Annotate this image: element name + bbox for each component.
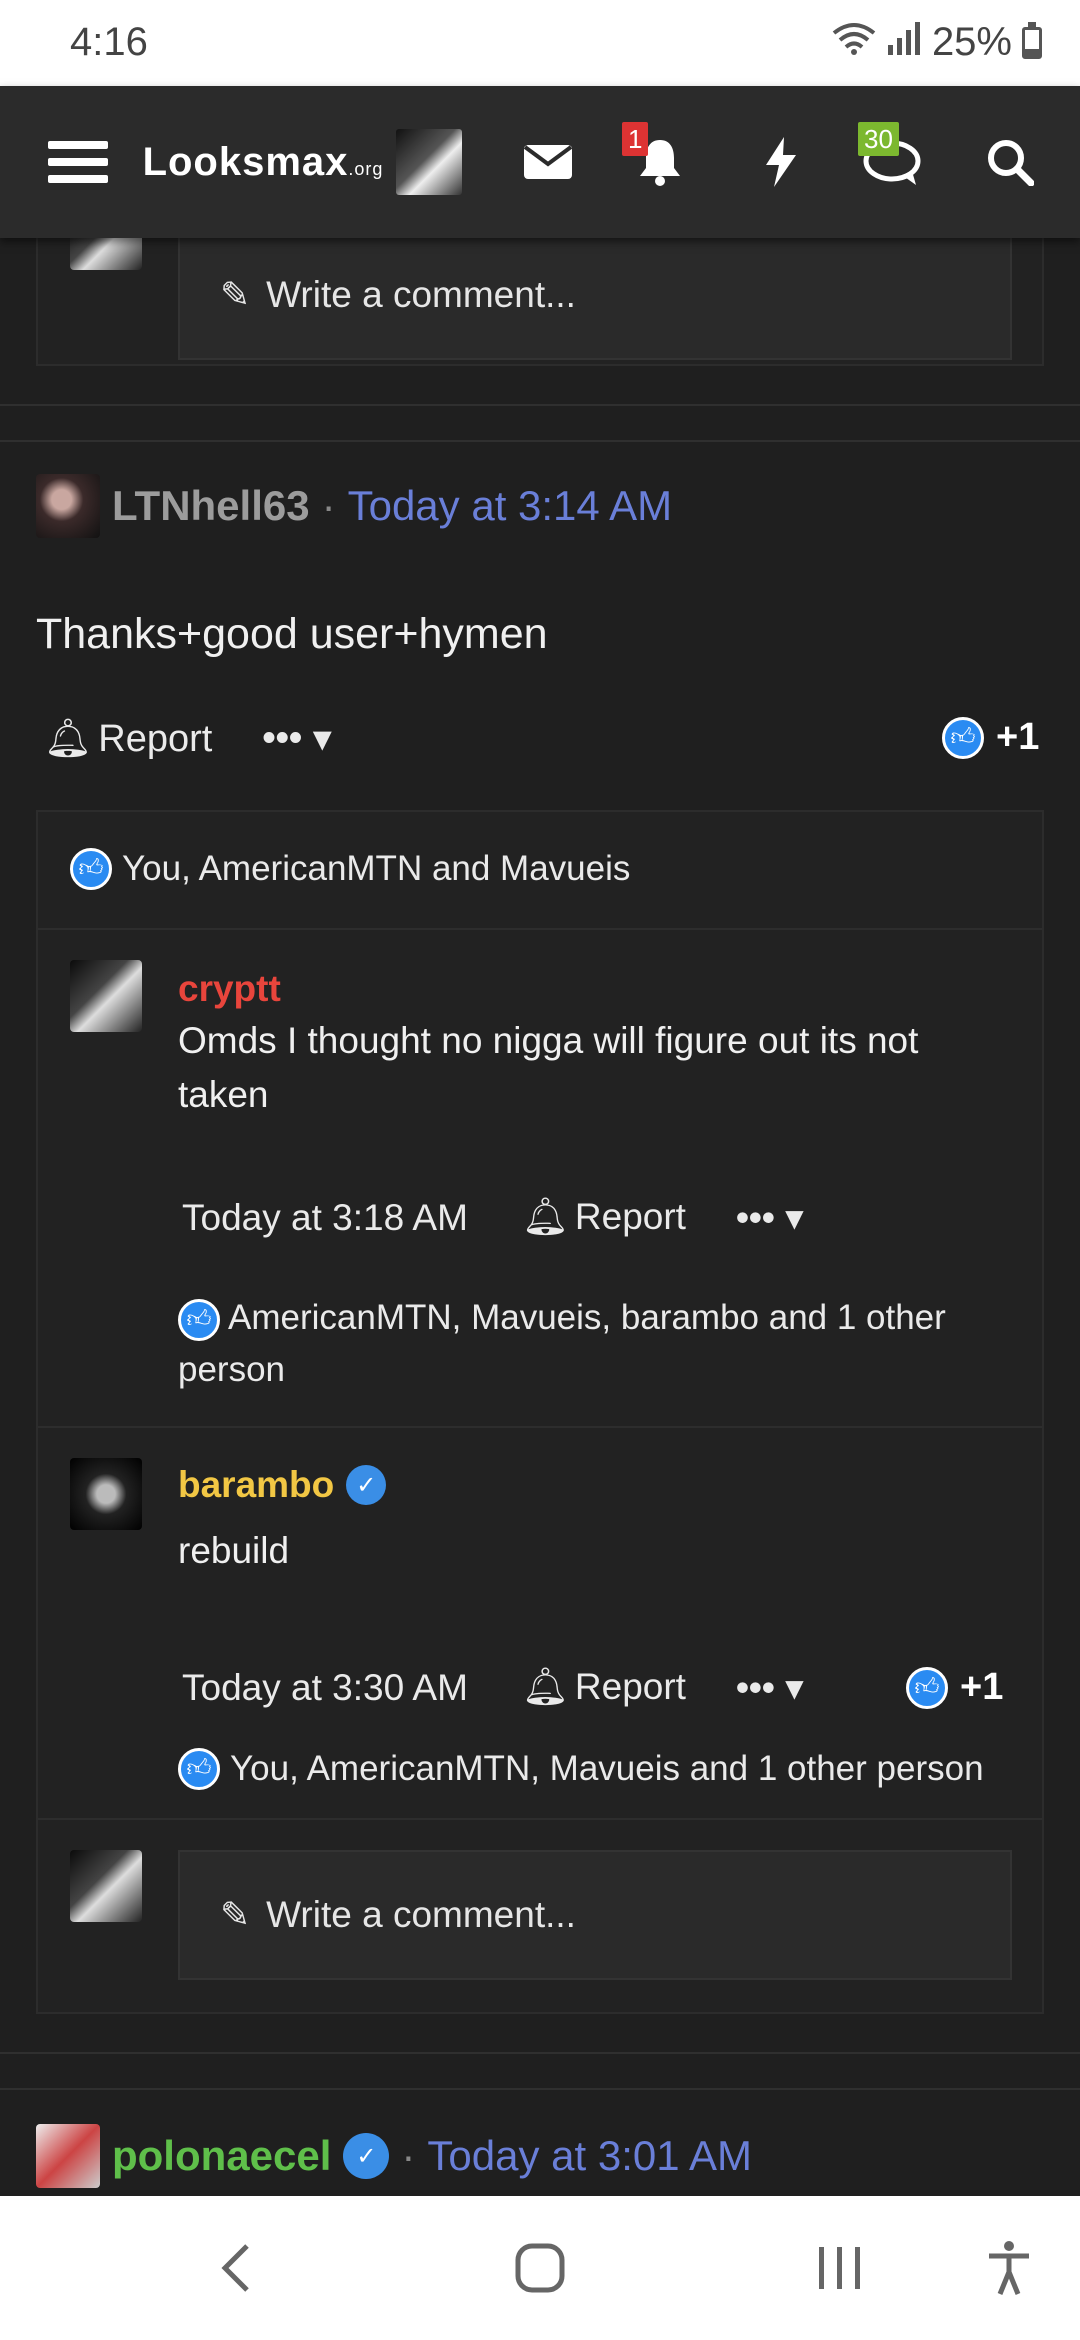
comment-reactions[interactable]: 👍︎ You, AmericanMTN, Mavueis and 1 other… [178, 1748, 984, 1790]
divider [38, 928, 1042, 930]
more-dots: ••• [735, 1666, 775, 1708]
comment-actions: Today at 3:18 AM 🔔︎ Report ••• ▾ [182, 1196, 804, 1239]
report-button[interactable]: 🔔︎ Report [522, 1666, 686, 1709]
post-reaction[interactable]: 👍︎ +1 [942, 716, 1039, 759]
comment-reactions[interactable]: 👍︎ AmericanMTN, Mavueis, barambo and 1 ot… [178, 1292, 998, 1396]
post-username[interactable]: polonaecel [112, 2132, 331, 2180]
recents-icon[interactable] [800, 2196, 880, 2340]
divider [0, 404, 1080, 406]
report-button[interactable]: 🔔︎ Report [44, 717, 212, 761]
back-icon[interactable] [200, 2196, 270, 2340]
thumbs-up-icon: 👍︎ [178, 1748, 220, 1790]
comment-username[interactable]: cryptt [178, 968, 281, 1010]
avatar[interactable] [70, 960, 142, 1032]
avatar [70, 1850, 142, 1922]
post-comments-card: 👍︎ You, AmericanMTN and Mavueis cryptt O… [36, 810, 1044, 2014]
battery-icon [1022, 21, 1042, 59]
comment-username[interactable]: barambo [178, 1464, 334, 1506]
notifications-button[interactable]: 1 [622, 86, 690, 238]
logo-suffix: .org [348, 158, 384, 179]
logo-text: Looksmax [142, 139, 349, 184]
chevron-down-icon: ▾ [312, 718, 332, 760]
report-label: Report [98, 717, 213, 760]
divider [0, 440, 1080, 442]
divider [38, 1818, 1042, 1820]
thumbs-up-icon: 👍︎ [942, 716, 984, 759]
more-dots: ••• [735, 1196, 775, 1238]
write-comment-box[interactable]: ✎ Write a comment... [178, 230, 1012, 360]
post-header: polonaecel ✓ · Today at 3:01 AM [36, 2124, 752, 2188]
comment-date[interactable]: Today at 3:18 AM [182, 1197, 468, 1239]
report-label: Report [574, 1196, 686, 1237]
comment-reaction[interactable]: 👍︎ +1 [906, 1666, 1003, 1709]
home-icon[interactable] [500, 2196, 580, 2340]
chevron-down-icon: ▾ [785, 1667, 804, 1708]
divider [38, 1426, 1042, 1428]
divider [0, 2088, 1080, 2090]
reactions-text: You, AmericanMTN and Mavueis [122, 849, 631, 888]
divider [0, 2052, 1080, 2054]
status-time: 4:16 [70, 20, 148, 64]
pencil-icon: ✎ [220, 1894, 251, 1935]
write-comment-placeholder: Write a comment... [266, 1894, 576, 1935]
likes-button[interactable]: 30 [858, 86, 928, 238]
separator-dot: · [321, 482, 336, 529]
report-label: Report [574, 1666, 686, 1707]
bell-icon: 🔔︎ [521, 1196, 569, 1237]
verified-icon: ✓ [346, 1465, 387, 1505]
status-right: 25% [832, 20, 1042, 65]
report-button[interactable]: 🔔︎ Report [522, 1196, 686, 1239]
chevron-down-icon: ▾ [785, 1197, 804, 1238]
top-nav: Looksmax.org 1 30 [0, 86, 1080, 238]
comment-text: rebuild [178, 1530, 290, 1571]
avatar[interactable] [70, 1458, 142, 1530]
post-reactions[interactable]: 👍︎ You, AmericanMTN and Mavueis [70, 848, 630, 890]
account-avatar[interactable] [396, 86, 462, 238]
accessibility-icon[interactable] [974, 2196, 1044, 2340]
bell-icon: 🔔︎ [44, 717, 93, 760]
post-date[interactable]: Today at 3:14 AM [348, 482, 673, 530]
status-bar: 4:16 25% [0, 0, 1080, 86]
separator-dot: · [401, 2132, 416, 2179]
notification-badge: 1 [622, 122, 649, 156]
envelope-icon[interactable] [520, 86, 576, 238]
search-icon[interactable] [982, 86, 1038, 238]
bell-icon: 🔔︎ [521, 1666, 569, 1707]
thumbs-up-icon: 👍︎ [70, 848, 112, 890]
post-username[interactable]: LTNhell63 [112, 482, 310, 530]
more-options-button[interactable]: ••• ▾ [736, 1666, 804, 1709]
verified-icon: ✓ [343, 2133, 390, 2179]
likes-badge: 30 [858, 122, 899, 156]
signal-icon [886, 20, 922, 65]
thumbs-up-icon: 👍︎ [906, 1666, 948, 1709]
reactions-text: AmericanMTN, Mavueis, barambo and 1 othe… [178, 1298, 946, 1389]
pencil-icon: ✎ [220, 274, 251, 315]
thumbs-up-icon: 👍︎ [178, 1298, 220, 1341]
comment-username-row: barambo ✓ [178, 1464, 387, 1506]
comment-date[interactable]: Today at 3:30 AM [182, 1667, 468, 1709]
battery-percent: 25% [931, 20, 1012, 64]
post-date[interactable]: Today at 3:01 AM [427, 2132, 752, 2180]
post-body: Thanks+good user+hymen [36, 610, 548, 658]
post-header: LTNhell63 · Today at 3:14 AM [36, 474, 672, 538]
more-dots: ••• [262, 717, 303, 759]
menu-icon[interactable] [46, 86, 110, 238]
reaction-count: +1 [996, 716, 1040, 758]
post-actions: 🔔︎ Report ••• ▾ [44, 716, 332, 761]
avatar[interactable] [36, 474, 100, 538]
system-navigation-bar [0, 2196, 1080, 2340]
avatar[interactable] [36, 2124, 100, 2188]
write-comment-box[interactable]: ✎ Write a comment... [178, 1850, 1012, 1980]
comment-text: Omds I thought no nigga will figure out … [178, 1020, 919, 1115]
more-options-button[interactable]: ••• ▾ [736, 1196, 804, 1239]
reactions-text: You, AmericanMTN, Mavueis and 1 other pe… [230, 1749, 984, 1788]
reaction-count: +1 [960, 1666, 1004, 1708]
site-logo[interactable]: Looksmax.org [143, 86, 383, 238]
wifi-icon [832, 20, 876, 65]
comment-actions: Today at 3:30 AM 🔔︎ Report ••• ▾ [182, 1666, 804, 1709]
write-comment-placeholder: Write a comment... [266, 274, 576, 315]
bolt-icon[interactable] [756, 86, 806, 238]
more-options-button[interactable]: ••• ▾ [262, 716, 332, 761]
